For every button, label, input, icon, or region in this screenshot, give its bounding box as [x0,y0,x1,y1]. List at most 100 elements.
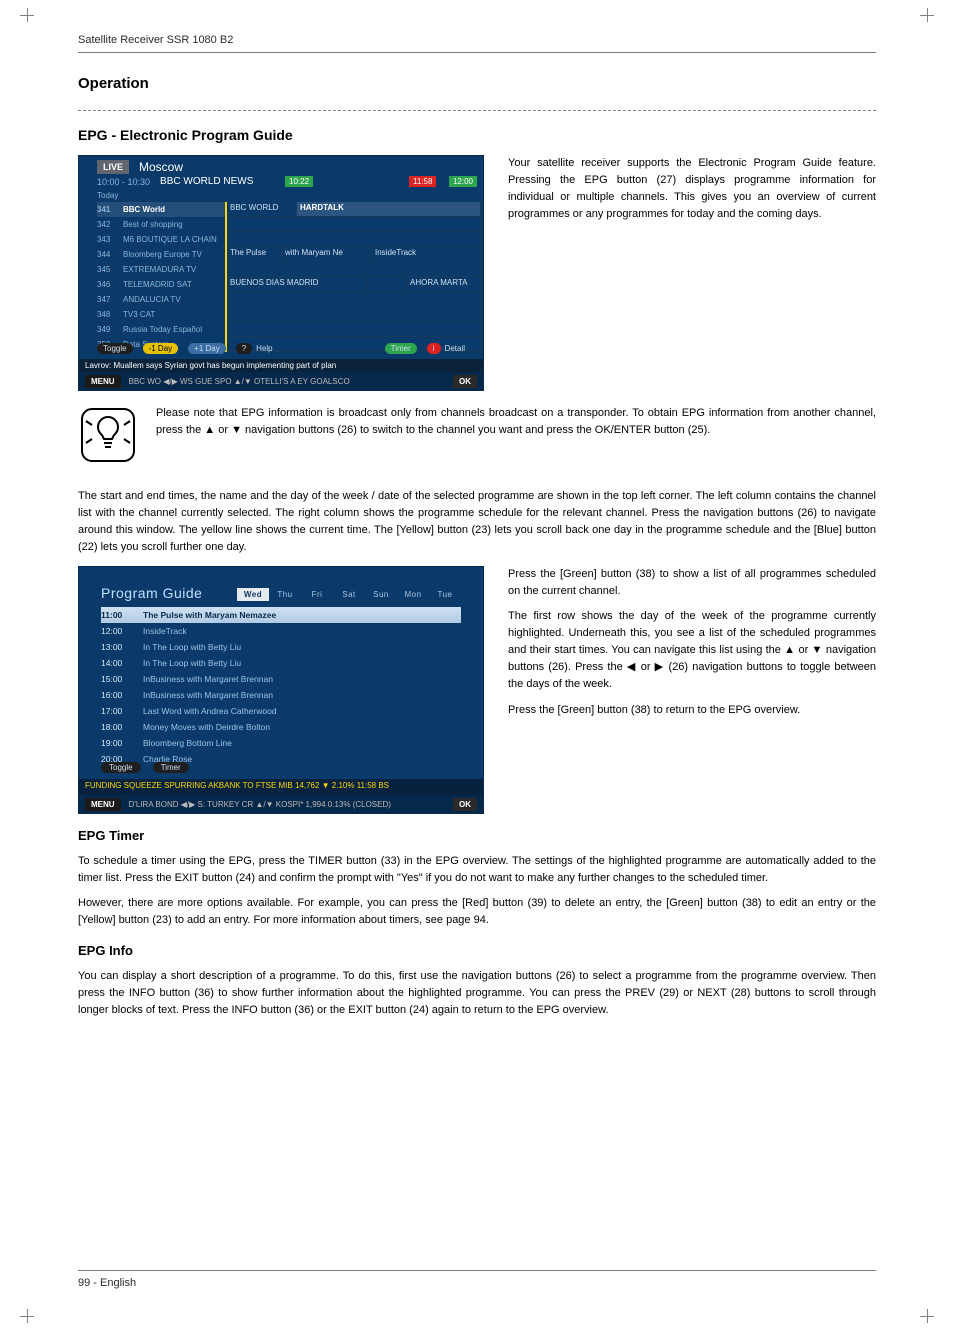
time-range: 10:00 - 10:30 [97,177,150,187]
ok-chip[interactable]: OK [453,798,477,811]
channel-list[interactable]: 341BBC World 342Best of shopping 343M6 B… [97,202,225,352]
channel-title: Moscow [139,160,183,174]
body-paragraph: The start and end times, the name and th… [78,488,876,556]
list-item[interactable]: 19:00Bloomberg Bottom Line [101,735,461,751]
schedule-cell[interactable] [227,262,481,277]
crop-mark [20,8,34,22]
schedule-cell[interactable]: AHORA MARTA [407,277,481,292]
body-paragraph: Press the [Green] button (38) to return … [508,702,876,719]
list-item[interactable]: 18:00Money Moves with Deirdre Bolton [101,719,461,735]
channel-row[interactable]: 349Russia Today Español [97,322,225,337]
ch-number: 342 [97,220,123,229]
timer-chip[interactable]: Timer [153,762,189,773]
day-tab[interactable]: Sun [365,588,397,601]
day-tab[interactable]: Mon [397,588,429,601]
bulb-icon [78,405,138,470]
body-paragraph: However, there are more options availabl… [78,895,876,929]
channel-row[interactable]: 342Best of shopping [97,217,225,232]
toggle-chip[interactable]: Toggle [97,343,133,354]
timer-chip[interactable]: Timer [385,343,417,354]
list-time: 18:00 [101,722,143,732]
schedule-cell[interactable] [367,277,407,292]
live-badge: LIVE [97,160,129,174]
list-name: In The Loop with Betty Liu [143,642,241,652]
news-ticker: Lavrov: Muallem says Syrian govt has beg… [79,359,483,372]
schedule-cell[interactable] [227,232,481,247]
chip-label: Detail [445,344,465,353]
day-tab[interactable]: Wed [237,588,269,601]
schedule-cell[interactable]: with Maryam Ne [282,247,372,262]
schedule-cell[interactable]: The Pulse [227,247,282,262]
menu-chip[interactable]: MENU [85,798,121,811]
today-label: Today [79,191,483,202]
note-paragraph: Please note that EPG information is broa… [156,405,876,439]
detail-chip[interactable]: iDetail [427,343,465,354]
news-ticker: FUNDING SQUEEZE SPURRING AKBANK TO FTSE … [79,779,483,795]
schedule-grid[interactable]: BBC WORLD HARDTALK The Pulse with Maryam… [225,202,481,352]
ch-name: Russia Today Español [123,325,202,334]
list-name: Last Word with Andrea Catherwood [143,706,277,716]
channel-row[interactable]: 341BBC World [97,202,225,217]
list-item[interactable]: 13:00In The Loop with Betty Liu [101,639,461,655]
ch-number: 347 [97,295,123,304]
channel-row[interactable]: 344Bloomberg Europe TV [97,247,225,262]
schedule-cell[interactable]: BUENOS DIAS MADRID [227,277,367,292]
day-tabs[interactable]: Wed Thu Fri Sat Sun Mon Tue [237,588,461,601]
schedule-cell[interactable]: HARDTALK [297,202,481,217]
programme-list[interactable]: 11:00The Pulse with Maryam Nemazee 12:00… [79,607,483,767]
crop-mark [920,1309,934,1323]
pg-toolbar: Toggle Timer [101,762,189,773]
channel-row[interactable]: 343M6 BOUTIQUE LA CHAIN [97,232,225,247]
channel-row[interactable]: 345EXTREMADURA TV [97,262,225,277]
list-item[interactable]: 16:00InBusiness with Margaret Brennan [101,687,461,703]
menu-chip[interactable]: MENU [85,375,121,388]
list-item[interactable]: 11:00The Pulse with Maryam Nemazee [101,607,461,623]
list-time: 13:00 [101,642,143,652]
list-time: 15:00 [101,674,143,684]
intro-paragraph: Your satellite receiver supports the Ele… [508,155,876,223]
help-chip[interactable]: ?Help [236,343,273,354]
list-time: 12:00 [101,626,143,636]
list-item[interactable]: 17:00Last Word with Andrea Catherwood [101,703,461,719]
ok-chip[interactable]: OK [453,375,477,388]
channel-row[interactable]: 347ANDALUCIA TV [97,292,225,307]
minus-day-chip[interactable]: -1 Day [143,343,179,354]
toggle-chip[interactable]: Toggle [101,762,141,773]
plus-day-chip[interactable]: +1 Day [188,343,226,354]
channel-row[interactable]: 346TELEMADRID SAT [97,277,225,292]
program-guide-title: Program Guide [101,585,202,601]
running-header: Satellite Receiver SSR 1080 B2 [78,34,876,53]
crop-mark [920,8,934,22]
list-name: InBusiness with Margaret Brennan [143,690,273,700]
page-footer: 99 - English [78,1270,876,1289]
list-item[interactable]: 14:00In The Loop with Betty Liu [101,655,461,671]
list-item[interactable]: 15:00InBusiness with Margaret Brennan [101,671,461,687]
schedule-cell[interactable] [227,307,481,322]
day-tab[interactable]: Thu [269,588,301,601]
list-item[interactable]: 12:00InsideTrack [101,623,461,639]
list-name: In The Loop with Betty Liu [143,658,241,668]
ch-number: 348 [97,310,123,319]
day-tab[interactable]: Tue [429,588,461,601]
schedule-cell[interactable]: InsideTrack [372,247,481,262]
chip-label: Help [256,344,272,353]
remote-help-bar: MENU BBC WO ◀/▶ WS GUE SPO ▲/▼ OTELLI'S … [79,372,483,390]
list-name: The Pulse with Maryam Nemazee [143,610,276,620]
epg-toolbar: Toggle -1 Day +1 Day ?Help Timer iDetail [79,343,483,354]
ch-number: 349 [97,325,123,334]
ch-number: 343 [97,235,123,244]
ch-name: M6 BOUTIQUE LA CHAIN [123,235,217,244]
ch-name: TV3 CAT [123,310,155,319]
schedule-cell[interactable] [227,217,481,232]
heading-epg-timer: EPG Timer [78,828,876,843]
channel-row[interactable]: 348TV3 CAT [97,307,225,322]
heading-operation: Operation [78,75,876,92]
schedule-cell[interactable]: BBC WORLD [227,202,297,217]
day-tab[interactable]: Fri [301,588,333,601]
schedule-cell[interactable] [227,292,481,307]
ch-number: 345 [97,265,123,274]
day-tab[interactable]: Sat [333,588,365,601]
ch-number: 346 [97,280,123,289]
schedule-cell[interactable] [227,322,481,337]
current-time-pill: 10:22 [285,176,313,187]
